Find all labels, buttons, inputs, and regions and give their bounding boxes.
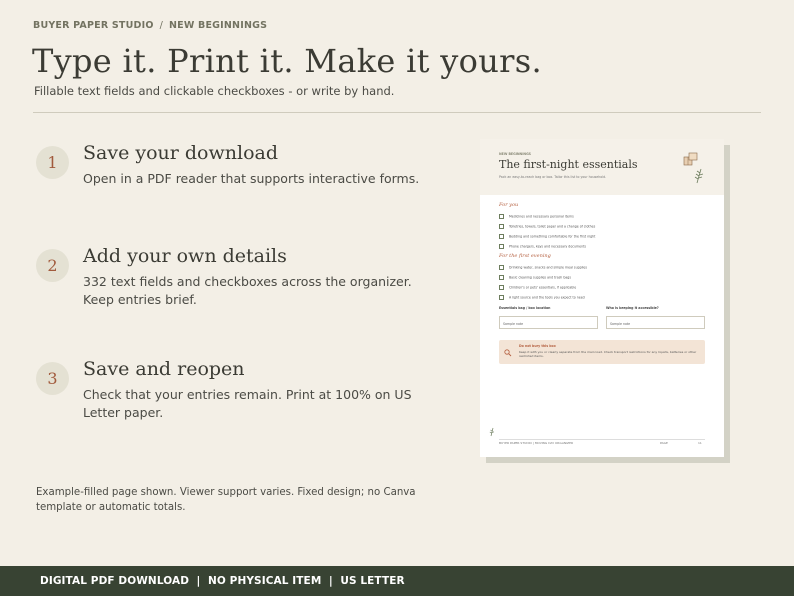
checkbox[interactable] [499, 275, 504, 280]
checklist-item-label: Medicines and necessary personal items [509, 214, 574, 219]
step-description: Check that your entries remain. Print at… [83, 387, 412, 420]
checklist-item-label: Phone chargers, keys and necessary docum… [509, 244, 587, 249]
breadcrumb: BUYER PAPER STUDIO / NEW BEGINNINGS [33, 20, 267, 31]
preview-checklist-item[interactable]: Children's or pets' essentials, if appli… [499, 285, 576, 290]
preview-footer-page-number: 11 [698, 441, 702, 445]
page-title: Type it. Print it. Make it yours. [32, 42, 542, 80]
breadcrumb-separator: / [159, 20, 164, 31]
checkbox[interactable] [499, 244, 504, 249]
preview-section-title: For the first evening [499, 253, 551, 259]
preview-checklist-item[interactable]: Phone chargers, keys and necessary docum… [499, 244, 586, 249]
preview-tip-text: Keep it with you or clearly separate fro… [519, 350, 697, 358]
preview-footer-divider [499, 439, 705, 440]
preview-intro: Pack an easy-to-reach bag or box. Tailor… [499, 175, 607, 179]
preview-footer-left: BUYER PAPER STUDIO | MOVING DAY ORGANIZE… [499, 441, 574, 445]
step-title: Add your own details [83, 245, 287, 267]
magnifier-icon [504, 349, 512, 357]
preview-section-title: For you [499, 202, 519, 208]
preview-checklist-item[interactable]: A light source and the tools you expect … [499, 295, 585, 300]
step-title: Save your download [83, 142, 279, 164]
checklist-item-label: Drinking water, snacks and simple meal s… [509, 265, 588, 270]
preview-field-label: Who is keeping it accessible? [606, 306, 659, 310]
checkbox[interactable] [499, 224, 504, 229]
preview-checklist-item[interactable]: Drinking water, snacks and simple meal s… [499, 265, 587, 270]
preview-tip-title: Do not bury this box [519, 344, 556, 348]
checklist-item-label: Toiletries, towels, toilet paper and a c… [509, 224, 596, 229]
preview-kicker: NEW BEGINNINGS [499, 152, 531, 156]
breadcrumb-collection: NEW BEGINNINGS [169, 20, 268, 31]
preview-page: NEW BEGINNINGS The first-night essential… [480, 139, 724, 457]
bottom-banner: DIGITAL PDF DOWNLOAD | NO PHYSICAL ITEM … [0, 566, 794, 596]
preview-checklist-item[interactable]: Medicines and necessary personal items [499, 214, 574, 219]
banner-text: DIGITAL PDF DOWNLOAD | NO PHYSICAL ITEM … [40, 575, 405, 587]
checklist-item-label: Basic cleaning supplies and trash bags [509, 275, 571, 280]
step-number-badge: 1 [36, 146, 69, 179]
checkbox[interactable] [499, 214, 504, 219]
leaf-sprig-icon [694, 168, 704, 184]
preview-field-label: Essentials bag / box location [499, 306, 551, 310]
checkbox[interactable] [499, 265, 504, 270]
preview-checklist-item[interactable]: Toiletries, towels, toilet paper and a c… [499, 224, 595, 229]
checklist-item-label: Bedding and something comfortable for th… [509, 234, 596, 239]
checkbox[interactable] [499, 295, 504, 300]
header-divider [33, 112, 761, 113]
checklist-item-label: A light source and the tools you expect … [509, 295, 585, 300]
leaf-sprig-icon [489, 427, 495, 437]
checklist-item-label: Children's or pets' essentials, if appli… [509, 285, 577, 290]
step-description: Open in a PDF reader that supports inter… [83, 171, 420, 186]
page-subtitle: Fillable text fields and clickable check… [34, 84, 395, 98]
breadcrumb-brand: BUYER PAPER STUDIO [33, 20, 154, 31]
preview-checklist-item[interactable]: Bedding and something comfortable for th… [499, 234, 595, 239]
preview-footer-page-label: PAGE [660, 441, 668, 445]
footnote: Example-filled page shown. Viewer suppor… [36, 487, 416, 513]
step-description: 332 text fields and checkboxes across th… [83, 274, 412, 307]
step-title: Save and reopen [83, 358, 245, 380]
step-number-badge: 2 [36, 249, 69, 282]
checkbox[interactable] [499, 285, 504, 290]
preview-tip-box: Do not bury this box Keep it with you or… [499, 340, 705, 364]
preview-text-field[interactable]: Sample note [499, 316, 598, 329]
step-number-badge: 3 [36, 362, 69, 395]
preview-text-field[interactable]: Sample note [606, 316, 705, 329]
checkbox[interactable] [499, 234, 504, 239]
boxes-illustration-icon [683, 152, 698, 166]
preview-title: The first-night essentials [499, 158, 638, 171]
preview-checklist-item[interactable]: Basic cleaning supplies and trash bags [499, 275, 571, 280]
